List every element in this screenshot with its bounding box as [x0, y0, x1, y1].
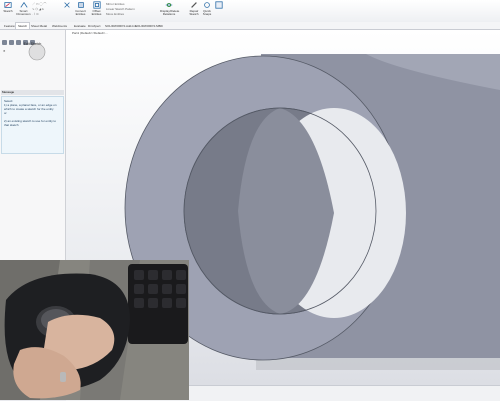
message-header: Message	[1, 90, 64, 95]
point-icon[interactable]: · ⌇ ⊙	[32, 12, 39, 16]
command-manager-toolbar: Sketch Smart Dimension ／ ▭ ◯ ⌒ ∿ ⬡ ◢ A ·…	[0, 0, 500, 23]
mirror-entities-item[interactable]: Mirror Entities	[106, 2, 125, 6]
command-tabs: Features Sketch Sheet Metal Weldments Ev…	[0, 22, 500, 30]
move-entities-item[interactable]: Move Entities	[106, 12, 124, 16]
repair-sketch-label: Repair Sketch	[189, 9, 199, 17]
trim-icon	[64, 2, 70, 8]
sketch-icon	[4, 2, 12, 8]
sketch-edit-grid: Mirror Entities Linear Sketch Pattern Mo…	[106, 2, 146, 17]
sketch-tools-grid: ／ ▭ ◯ ⌒ ∿ ⬡ ◢ A · ⌇ ⊙	[32, 2, 60, 17]
display-delete-relations-button[interactable]: Display/Delete Relations	[160, 1, 180, 21]
trim-entities-button[interactable]	[62, 1, 72, 21]
repair-sketch-button[interactable]: Repair Sketch	[188, 1, 200, 21]
convert-entities-button[interactable]: Convert Entities	[73, 1, 88, 21]
sketch-button[interactable]: Sketch	[2, 1, 14, 21]
convert-entities-label: Convert Entities	[75, 9, 86, 17]
offset-entities-label: Offset Entities	[91, 9, 102, 17]
tab-weldments[interactable]: Weldments	[50, 23, 69, 29]
tab-dimxpert[interactable]: DimXpert	[86, 23, 103, 29]
line-icon[interactable]: ／ ▭ ◯ ⌒	[32, 2, 46, 6]
panel-tab-icons	[2, 32, 62, 45]
message-line: which to create a sketch for the entity	[4, 107, 54, 111]
cursor-highlight-icon	[28, 43, 46, 61]
quick-snaps-label: Quick Snaps	[202, 9, 212, 17]
webcam-overlay	[0, 260, 189, 400]
offset-entities-button[interactable]: Offset Entities	[89, 1, 104, 21]
tab-solidworks-mbd[interactable]: SOLIDWORKS MBD	[133, 23, 165, 29]
message-box: Select: 1) a plane, a planar face, or an…	[1, 96, 64, 154]
sketch-label: Sketch	[3, 9, 13, 13]
rapid-sketch-icon	[215, 1, 223, 9]
spacemouse-photo	[0, 260, 189, 400]
ok-icon[interactable]: ✕	[3, 49, 6, 53]
smart-dimension-label: Smart Dimension	[16, 9, 31, 17]
spline-icon[interactable]: ∿ ⬡ ◢ A	[32, 7, 44, 11]
relations-icon	[165, 3, 173, 7]
display-relations-label: Display/Delete Relations	[160, 9, 180, 17]
smart-dimension-button[interactable]: Smart Dimension	[15, 1, 32, 21]
rapid-sketch-button[interactable]	[214, 1, 224, 21]
repair-icon	[191, 2, 197, 8]
linear-pattern-item[interactable]: Linear Sketch Pattern	[106, 7, 135, 11]
message-line: or	[4, 111, 7, 115]
quick-snaps-button[interactable]: Quick Snaps	[201, 1, 213, 21]
offset-icon	[92, 1, 101, 9]
snap-icon	[204, 2, 210, 8]
tab-sheet-metal[interactable]: Sheet Metal	[29, 23, 49, 29]
dimension-icon	[19, 1, 28, 8]
ring	[60, 372, 66, 382]
convert-icon	[77, 2, 84, 8]
message-line: that sketch	[4, 123, 19, 127]
tab-sketch[interactable]: Sketch	[15, 22, 31, 29]
